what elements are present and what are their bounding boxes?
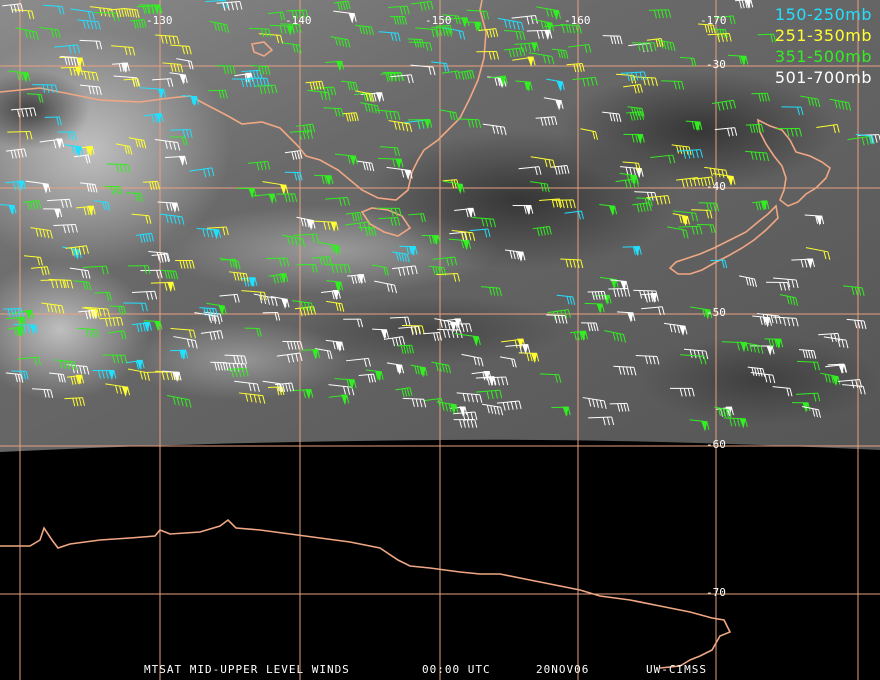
legend-item-251-350: 251-350mb [774, 26, 872, 45]
pressure-legend: 150-250mb 251-350mb 351-500mb 501-700mb [775, 4, 872, 88]
lat-label: -50 [706, 306, 726, 319]
lat-label: -30 [706, 58, 726, 71]
image-caption: MTSAT MID-UPPER LEVEL WINDS 00:00 UTC 20… [0, 663, 880, 679]
legend-item-150-250: 150-250mb [774, 5, 872, 24]
legend-item-351-500: 351-500mb [774, 47, 872, 66]
caption-source: UW-CIMSS [646, 663, 707, 676]
caption-time: 00:00 UTC [422, 663, 491, 676]
caption-date: 20NOV06 [536, 663, 590, 676]
lon-label: -150 [425, 14, 452, 27]
lon-label: -170 [700, 14, 727, 27]
caption-product: MTSAT MID-UPPER LEVEL WINDS [144, 663, 350, 676]
lon-label: -160 [564, 14, 591, 27]
lat-label: -40 [706, 180, 726, 193]
legend-item-501-700: 501-700mb [774, 68, 872, 87]
lat-label: -70 [706, 586, 726, 599]
lon-label: -130 [146, 14, 173, 27]
satellite-wind-map [0, 0, 880, 680]
lat-label: -60 [706, 438, 726, 451]
lon-label: -140 [285, 14, 312, 27]
